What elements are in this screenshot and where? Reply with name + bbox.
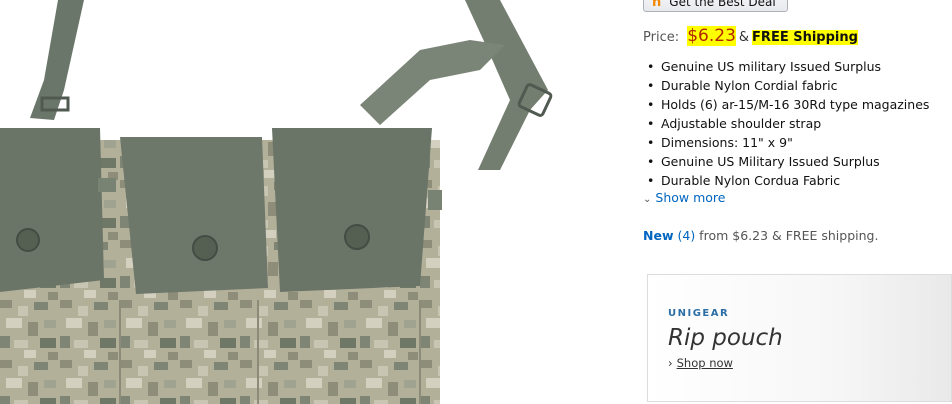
feature-bullets: Genuine US military Issued Surplus Durab… xyxy=(643,57,952,190)
chevron-right-icon: › xyxy=(668,356,673,370)
feature-bullet: Adjustable shoulder strap xyxy=(643,114,952,133)
offers-text: from $6.23 & FREE shipping. xyxy=(695,228,879,243)
ad-shop-now-link[interactable]: › Shop now xyxy=(668,356,733,370)
feature-bullet: Holds (6) ar-15/M-16 30Rd type magazines xyxy=(643,95,952,114)
feature-bullet: Genuine US Military Issued Surplus xyxy=(643,152,952,171)
feature-bullet: Durable Nylon Cordua Fabric xyxy=(643,171,952,190)
offers-count-link[interactable]: (4) xyxy=(677,228,695,243)
feature-bullet: Genuine US military Issued Surplus xyxy=(643,57,952,76)
chevron-down-icon: ⌄ xyxy=(643,194,652,205)
price-row: Price: $6.23 & FREE Shipping xyxy=(643,26,858,46)
get-best-deal-button[interactable]: h Get the Best Deal xyxy=(643,0,788,12)
offers-line[interactable]: New (4) from $6.23 & FREE shipping. xyxy=(643,228,878,243)
ad-brand: UNIGEAR xyxy=(668,308,730,319)
ad-title: Rip pouch xyxy=(668,325,783,351)
ad-shop-now-label: Shop now xyxy=(676,356,733,370)
show-more-label: Show more xyxy=(655,190,726,205)
price-amp: & xyxy=(738,30,750,45)
feature-bullet: Dimensions: 11" x 9" xyxy=(643,133,952,152)
free-shipping-badge: FREE Shipping xyxy=(752,30,858,45)
price-label: Price: xyxy=(643,30,680,45)
sponsored-ad-banner[interactable]: UNIGEAR Rip pouch › Shop now xyxy=(647,274,952,402)
offers-new-link[interactable]: New xyxy=(643,228,674,243)
honey-h-icon: h xyxy=(652,0,662,10)
product-details: h Get the Best Deal Price: $6.23 & FREE Shi… xyxy=(643,0,952,404)
price-amount: $6.23 xyxy=(687,26,736,46)
show-more-link[interactable]: ⌄ Show more xyxy=(643,190,725,205)
product-image[interactable] xyxy=(0,0,632,404)
feature-bullet: Durable Nylon Cordial fabric xyxy=(643,76,952,95)
get-best-deal-label: Get the Best Deal xyxy=(669,0,776,9)
